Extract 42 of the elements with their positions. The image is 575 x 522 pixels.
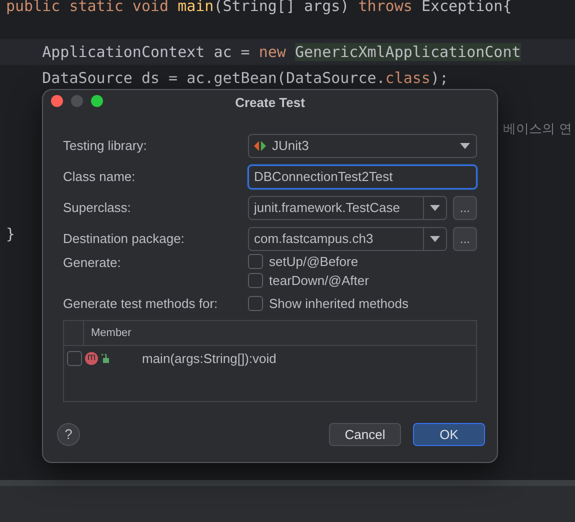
code-text: }: [6, 225, 16, 243]
checkbox[interactable]: [67, 350, 82, 366]
ok-button[interactable]: OK: [413, 422, 485, 446]
code-text: ApplicationContext ac =: [41, 43, 251, 61]
maximize-icon[interactable]: [91, 95, 103, 107]
browse-button[interactable]: ...: [453, 196, 477, 220]
field-label: Destination package:: [63, 231, 186, 246]
field-label: Testing library:: [63, 138, 148, 153]
field-label: Superclass:: [63, 200, 132, 215]
junit-icon: [254, 140, 266, 150]
code-text: new: [258, 43, 287, 61]
checkbox-label: setUp/@Before: [269, 254, 358, 269]
field-label: Class name:: [63, 169, 136, 184]
dropdown-caret-icon: [460, 142, 470, 148]
dropdown-caret-icon: [430, 236, 440, 242]
field-label: Generate:: [63, 254, 122, 272]
lock-icon: [101, 354, 109, 362]
close-icon[interactable]: [51, 95, 63, 107]
browse-button[interactable]: ...: [453, 226, 477, 250]
code-text: class: [385, 69, 430, 87]
checkbox-label: Show inherited methods: [269, 296, 408, 310]
class-name-field[interactable]: DBConnectionTest2Test: [248, 164, 477, 188]
code-text: GenericXmlApplicationCont: [295, 43, 521, 61]
table-cell[interactable]: main(args:String[]):void: [142, 350, 276, 366]
library-dropdown[interactable]: JUnit3: [248, 134, 477, 158]
code-comment: 베이스의 연: [503, 121, 572, 139]
column-header: Member: [90, 326, 132, 341]
minimize-icon[interactable]: [71, 95, 83, 107]
method-icon: m: [85, 352, 98, 364]
code-text: DataSource ds = ac.getBean(DataSource.: [41, 69, 386, 87]
help-button[interactable]: ?: [57, 422, 80, 446]
field-label: Generate test methods for:: [63, 296, 219, 310]
dialog-title: Create Test: [235, 94, 305, 110]
checkbox[interactable]: [248, 273, 263, 288]
checkbox-label: tearDown/@After: [269, 273, 369, 288]
checkbox[interactable]: [248, 296, 263, 310]
combo-field[interactable]: com.fastcampus.ch3: [248, 226, 447, 250]
dropdown-caret-icon: [430, 204, 440, 210]
code-text: );: [430, 69, 449, 87]
cancel-button[interactable]: Cancel: [329, 422, 401, 446]
checkbox[interactable]: [248, 254, 263, 269]
combo-field[interactable]: junit.framework.TestCase: [248, 196, 447, 220]
